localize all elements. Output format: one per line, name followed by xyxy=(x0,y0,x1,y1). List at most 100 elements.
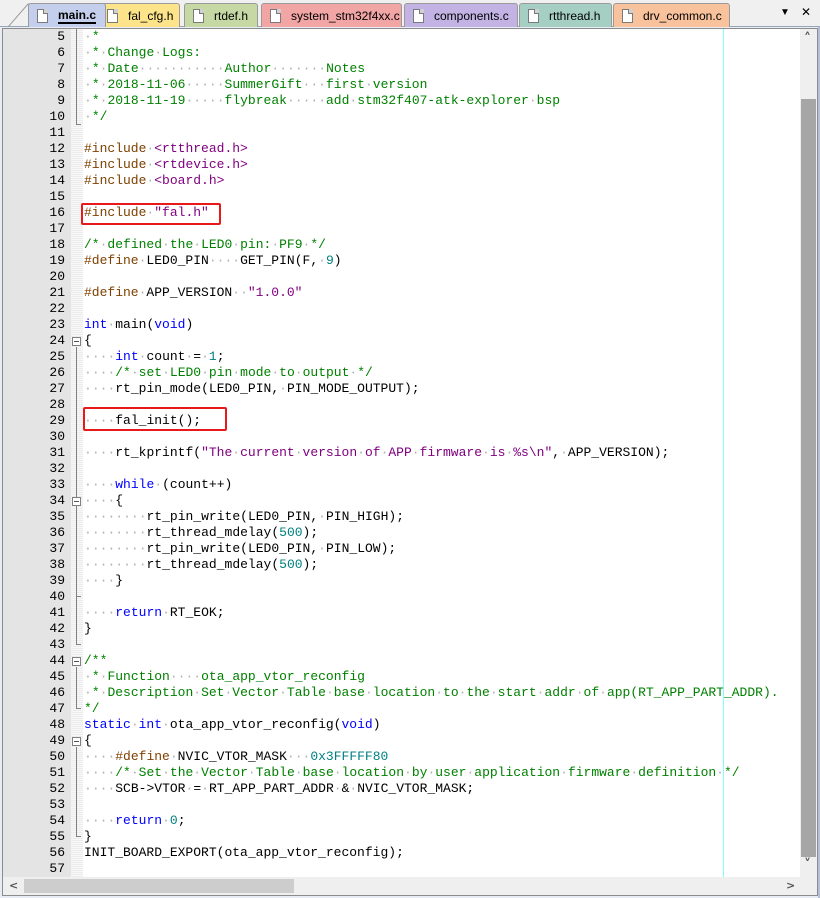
line-number: 19 xyxy=(49,253,65,268)
code-line[interactable]: 42} xyxy=(3,621,800,637)
code-line[interactable]: 39 ····} xyxy=(3,573,800,589)
code-line[interactable]: 27 ····rt_pin_mode(LED0_PIN,·PIN_MODE_OUT… xyxy=(3,381,800,397)
fold-end-marker xyxy=(76,701,81,709)
code-line[interactable]: 44 /** xyxy=(3,653,800,669)
code-line[interactable]: 54 ····return·0; xyxy=(3,813,800,829)
code-line[interactable]: 5 ·* xyxy=(3,29,800,45)
code-line[interactable]: 51 ····/*·Set·the·Vector·Table·base·locat… xyxy=(3,765,800,781)
code-line[interactable]: 24 { xyxy=(3,333,800,349)
code-line[interactable]: 53 xyxy=(3,797,800,813)
tab-drv-common-c[interactable]: drv_common.c xyxy=(613,3,730,27)
code-line[interactable]: 11 xyxy=(3,125,800,141)
fold-toggle-icon[interactable] xyxy=(72,337,81,346)
code-line[interactable]: 31 ····rt_kprintf("The·current·version·of… xyxy=(3,445,800,461)
code-line[interactable]: 48 static·int·ota_app_vtor_reconfig(void) xyxy=(3,717,800,733)
tab-rtthread-h[interactable]: rtthread.h xyxy=(519,3,612,27)
horizontal-scroll-thumb[interactable] xyxy=(24,879,294,893)
vertical-scroll-thumb[interactable] xyxy=(801,99,816,857)
code-line[interactable]: 8 ·*·2018-11-06·····SummerGift···first·ve… xyxy=(3,77,800,93)
code-text: ····} xyxy=(84,573,124,588)
tab-system-stm32f4xx-c[interactable]: system_stm32f4xx.c xyxy=(261,3,402,27)
tab-list-dropdown-icon[interactable]: ▼ xyxy=(780,7,790,18)
code-line[interactable]: 23 int·main(void) xyxy=(3,317,800,333)
code-line[interactable]: 43 xyxy=(3,637,800,653)
code-line[interactable]: 9 ·*·2018-11-19·····flybreak·····add·stm3… xyxy=(3,93,800,109)
code-line[interactable]: 34 ····{ xyxy=(3,493,800,509)
code-text: ····#define·NVIC_VTOR_MASK···0x3FFFFF80 xyxy=(84,749,389,764)
scroll-down-icon[interactable]: ˅ xyxy=(804,857,811,873)
code-text: ·*·Date···········Author·······Notes xyxy=(84,61,366,76)
line-number: 10 xyxy=(49,109,65,124)
code-text: } xyxy=(84,621,92,636)
line-number: 40 xyxy=(49,589,65,604)
line-number: 11 xyxy=(49,125,65,140)
vertical-scrollbar[interactable]: ˄ ˅ xyxy=(800,29,817,877)
fold-guide-line xyxy=(76,747,77,829)
code-line[interactable]: 30 xyxy=(3,429,800,445)
code-text: int·main(void) xyxy=(84,317,194,332)
scroll-right-icon[interactable]: > xyxy=(786,879,795,892)
code-line[interactable]: 33 ····while·(count++) xyxy=(3,477,800,493)
code-line[interactable]: 26 ····/*·set·LED0·pin·mode·to·output·*/ xyxy=(3,365,800,381)
code-line[interactable]: 22 xyxy=(3,301,800,317)
line-number: 29 xyxy=(49,413,65,428)
code-line[interactable]: 10 ·*/ xyxy=(3,109,800,125)
code-line[interactable]: 52 ····SCB->VTOR·=·RT_APP_PART_ADDR·&·NVI… xyxy=(3,781,800,797)
code-line[interactable]: 38 ········rt_thread_mdelay(500); xyxy=(3,557,800,573)
code-line[interactable]: 41 ····return·RT_EOK; xyxy=(3,605,800,621)
code-line[interactable]: 12 #include·<rtthread.h> xyxy=(3,141,800,157)
tab-rtdef-h[interactable]: rtdef.h xyxy=(184,3,258,27)
code-text: ·*·Description·Set·Vector·Table·base·loc… xyxy=(84,685,779,700)
tab-main-c[interactable]: main.c xyxy=(28,3,106,27)
code-line[interactable]: 20 xyxy=(3,269,800,285)
code-line[interactable]: 13 #include·<rtdevice.h> xyxy=(3,157,800,173)
code-line[interactable]: 49 { xyxy=(3,733,800,749)
line-number: 18 xyxy=(49,237,65,252)
code-editor[interactable]: 5 ·* 6 ·*·Change·Logs: 7 ·*·Date···········Au… xyxy=(2,28,818,896)
line-number: 45 xyxy=(49,669,65,684)
tab-fal-cfg-h[interactable]: fal_cfg.h xyxy=(98,3,180,27)
code-line[interactable]: 6 ·*·Change·Logs: xyxy=(3,45,800,61)
code-text: static·int·ota_app_vtor_reconfig(void) xyxy=(84,717,381,732)
code-line[interactable]: 45 ·*·Function····ota_app_vtor_reconfig xyxy=(3,669,800,685)
code-line[interactable]: 47 */ xyxy=(3,701,800,717)
code-line[interactable]: 56 INIT_BOARD_EXPORT(ota_app_vtor_reconfi… xyxy=(3,845,800,861)
scroll-up-icon[interactable]: ˄ xyxy=(804,31,811,47)
fold-toggle-icon[interactable] xyxy=(72,497,81,506)
file-icon xyxy=(413,8,424,23)
code-line[interactable]: 37 ········rt_pin_write(LED0_PIN,·PIN_LOW… xyxy=(3,541,800,557)
tab-label: rtdef.h xyxy=(214,8,249,23)
editor-window: main.c fal_cfg.h rtdef.h system_stm32f4x… xyxy=(0,0,820,898)
code-text: ········rt_pin_write(LED0_PIN,·PIN_HIGH)… xyxy=(84,509,405,524)
code-text: ····/*·Set·the·Vector·Table·base·locatio… xyxy=(84,765,740,780)
code-line[interactable]: 55} xyxy=(3,829,800,845)
tab-label: fal_cfg.h xyxy=(128,8,174,23)
code-line[interactable]: 46 ·*·Description·Set·Vector·Table·base·l… xyxy=(3,685,800,701)
code-line[interactable]: 19 #define·LED0_PIN····GET_PIN(F,·9) xyxy=(3,253,800,269)
code-line[interactable]: 14 #include·<board.h> xyxy=(3,173,800,189)
code-line[interactable]: 57 xyxy=(3,861,800,877)
horizontal-scrollbar[interactable]: < > xyxy=(3,877,800,895)
code-line[interactable]: 18 /*·defined·the·LED0·pin:·PF9·*/ xyxy=(3,237,800,253)
close-tab-icon[interactable]: ✕ xyxy=(801,5,811,19)
code-text: #define·APP_VERSION··"1.0.0" xyxy=(84,285,303,300)
line-number: 57 xyxy=(49,861,65,876)
code-line[interactable]: 32 xyxy=(3,461,800,477)
code-line[interactable]: 7 ·*·Date···········Author·······Notes xyxy=(3,61,800,77)
line-number: 8 xyxy=(57,77,65,92)
fold-toggle-icon[interactable] xyxy=(72,737,81,746)
line-number: 39 xyxy=(49,573,65,588)
fold-toggle-icon[interactable] xyxy=(72,657,81,666)
code-text: /*·defined·the·LED0·pin:·PF9·*/ xyxy=(84,237,326,252)
code-line[interactable]: 25 ····int·count·=·1; xyxy=(3,349,800,365)
code-line[interactable]: 35 ········rt_pin_write(LED0_PIN,·PIN_HIG… xyxy=(3,509,800,525)
code-text: ····rt_pin_mode(LED0_PIN,·PIN_MODE_OUTPU… xyxy=(84,381,420,396)
code-line[interactable]: 50 ····#define·NVIC_VTOR_MASK···0x3FFFFF8… xyxy=(3,749,800,765)
tab-components-c[interactable]: components.c xyxy=(404,3,518,27)
code-text: ········rt_pin_write(LED0_PIN,·PIN_LOW); xyxy=(84,541,397,556)
code-line[interactable]: 36 ········rt_thread_mdelay(500); xyxy=(3,525,800,541)
code-text: INIT_BOARD_EXPORT(ota_app_vtor_reconfig)… xyxy=(84,845,404,860)
code-line[interactable]: 21 #define·APP_VERSION··"1.0.0" xyxy=(3,285,800,301)
scroll-left-icon[interactable]: < xyxy=(9,879,18,892)
code-line[interactable]: 40 xyxy=(3,589,800,605)
